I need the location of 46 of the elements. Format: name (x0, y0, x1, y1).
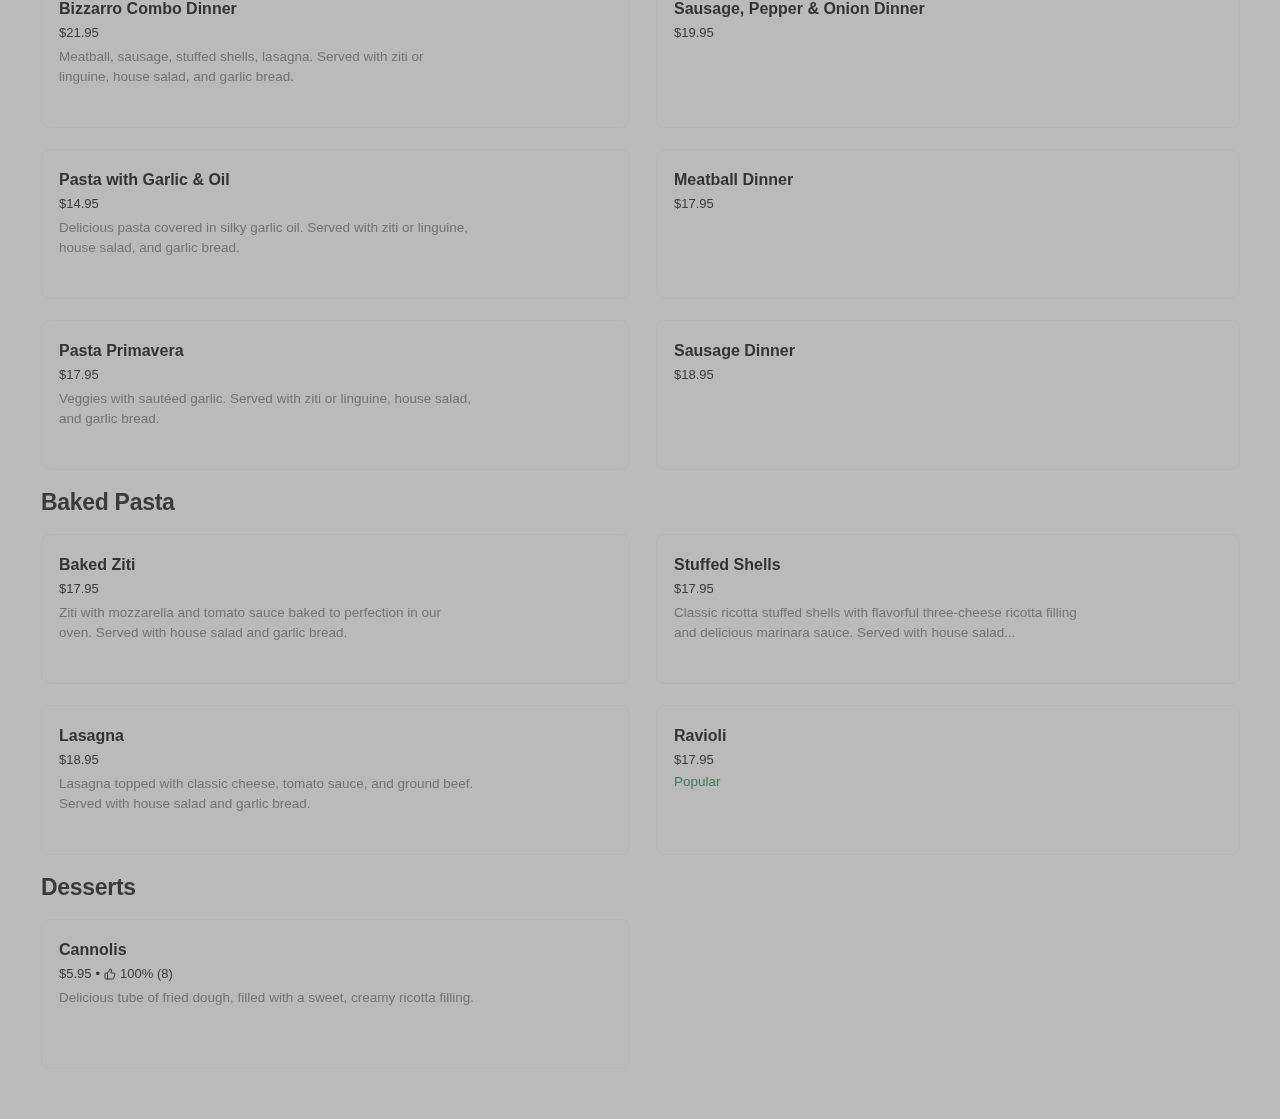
menu-item-card[interactable]: Ravioli $17.95 Popular (656, 705, 1240, 855)
menu-item-card[interactable]: Meatball Dinner $17.95 (656, 149, 1240, 299)
separator: • (95, 965, 101, 983)
item-price: $17.95 (59, 580, 99, 598)
section-heading: Baked Pasta (41, 489, 176, 516)
section-heading: Desserts (41, 874, 137, 901)
item-price: $19.95 (674, 24, 714, 42)
popular-tag: Popular (674, 773, 1222, 791)
item-name: Sausage, Pepper & Onion Dinner (674, 0, 926, 19)
item-price: $5.95 (59, 965, 92, 983)
menu-item-card[interactable]: Lasagna $18.95 Lasagna topped with classic cheese, tomato sauce, and ground beef. Served with house salad and garlic bread. (41, 705, 630, 855)
item-name: Ravioli (674, 726, 728, 746)
item-price: $21.95 (59, 24, 99, 42)
menu-item-card[interactable]: Sausage Dinner $18.95 (656, 320, 1240, 470)
item-name: Stuffed Shells (674, 555, 782, 575)
item-name: Sausage Dinner (674, 341, 796, 361)
item-description: Delicious tube of fried dough, filled with a sweet, creamy ricotta filling. (59, 989, 474, 1007)
item-price: $17.95 (59, 366, 99, 384)
menu-item-card[interactable]: Baked Ziti $17.95 Ziti with mozzarella and tomato sauce baked to perfection in our oven. Served with house salad and garlic bread. (41, 534, 630, 684)
item-price: $14.95 (59, 195, 99, 213)
item-description: Delicious pasta covered in silky garlic oil. Served with ziti or linguine, house salad, and garlic bread. (59, 219, 469, 257)
menu-item-card[interactable]: Sausage, Pepper & Onion Dinner $19.95 (656, 0, 1240, 128)
item-description: Meatball, sausage, stuffed shells, lasagna. Served with ziti or linguine, house salad, and garlic bread. (59, 48, 425, 86)
item-price: $17.95 (674, 751, 714, 769)
menu-item-card[interactable]: Pasta Primavera $17.95 Veggies with sautéed garlic. Served with ziti or linguine, house salad, and garlic bread. (41, 320, 630, 470)
menu-item-card[interactable]: Pasta with Garlic & Oil $14.95 Delicious pasta covered in silky garlic oil. Served with ziti or linguine, house salad, and garlic bread. (41, 149, 630, 299)
item-name: Bizzarro Combo Dinner (59, 0, 238, 19)
menu-item-card[interactable]: Stuffed Shells $17.95 Classic ricotta stuffed shells with flavorful three-cheese ricotta filling and delicious marinara sauce. Served with house salad... (656, 534, 1240, 684)
item-description: Classic ricotta stuffed shells with flavorful three-cheese ricotta filling and delicious marinara sauce. Served with house salad... (674, 604, 1078, 642)
item-price: $17.95 (674, 580, 714, 598)
item-name: Pasta Primavera (59, 341, 185, 361)
menu-item-card[interactable]: Cannolis $5.95 • 100% (8) Delicious tube of fried dough, filled with a sweet, creamy ricotta filling. (41, 919, 630, 1069)
menu-item-card[interactable]: Bizzarro Combo Dinner $21.95 Meatball, sausage, stuffed shells, lasagna. Served with ziti or linguine, house salad, and garlic bread. (41, 0, 630, 128)
thumbs-up-icon (104, 968, 117, 980)
item-description: Lasagna topped with classic cheese, tomato sauce, and ground beef. Served with house salad and garlic bread. (59, 775, 474, 813)
item-name: Baked Ziti (59, 555, 137, 575)
item-name: Cannolis (59, 940, 128, 960)
item-price: $18.95 (59, 751, 99, 769)
item-name: Meatball Dinner (674, 170, 795, 190)
item-price: $17.95 (674, 195, 714, 213)
item-name: Lasagna (59, 726, 125, 746)
item-rating: 100% (8) (120, 965, 173, 983)
item-description: Veggies with sautéed garlic. Served with ziti or linguine, house salad, and garlic bread. (59, 390, 472, 428)
item-description: Ziti with mozzarella and tomato sauce baked to perfection in our oven. Served with house salad and garlic bread. (59, 604, 442, 642)
item-name: Pasta with Garlic & Oil (59, 170, 231, 190)
item-price: $18.95 (674, 366, 714, 384)
